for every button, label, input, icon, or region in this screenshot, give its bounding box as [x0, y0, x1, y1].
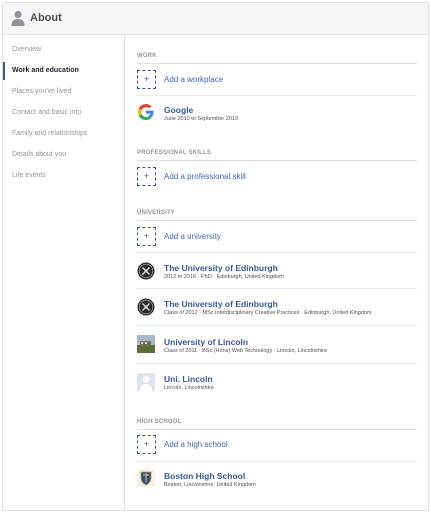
- about-panel: About Overview Work and education Places…: [2, 2, 429, 511]
- add-high-school-link[interactable]: Add a high school: [164, 440, 228, 449]
- add-workplace-link[interactable]: Add a workplace: [164, 75, 223, 84]
- row-divider: [137, 288, 417, 289]
- work-entry-name[interactable]: Google: [164, 105, 193, 115]
- google-logo-icon: [138, 104, 154, 120]
- university-entry-detail: Class of 2012 · MSc Interdisciplinary Cr…: [164, 310, 372, 316]
- section-title-high-school: HIGH SCHOOL: [137, 419, 182, 425]
- row-divider: [137, 325, 417, 326]
- high-school-entry-detail: Boston, Lincolnshire, United Kingdom: [164, 482, 256, 488]
- person-icon: [11, 10, 25, 26]
- section-divider: [137, 220, 417, 221]
- university-entry-detail: 2012 to 2016 · PhD · Edinburgh, United K…: [164, 274, 284, 280]
- sidebar-item-details-about-you[interactable]: Details about you: [3, 146, 124, 164]
- add-high-school-icon[interactable]: +: [137, 435, 156, 454]
- default-avatar-icon: [137, 373, 155, 391]
- add-skill-link[interactable]: Add a professional skill: [164, 172, 246, 181]
- university-entry-name[interactable]: University of Lincoln: [164, 337, 248, 347]
- sidebar-item-family-relationships[interactable]: Family and relationships: [3, 125, 124, 143]
- add-workplace-icon[interactable]: +: [137, 70, 156, 89]
- campus-photo-icon: [137, 335, 155, 353]
- university-entry-detail: Class of 2011 · BSc (Hons) Web Technolog…: [164, 348, 327, 354]
- sidebar-item-life-events[interactable]: Life events: [3, 167, 124, 185]
- section-divider: [137, 429, 417, 430]
- section-title-skills: PROFESSIONAL SKILLS: [137, 150, 212, 156]
- university-entry-name[interactable]: The University of Edinburgh: [164, 263, 278, 273]
- university-entry-name[interactable]: Uni. Lincoln: [164, 374, 213, 384]
- sidebar-item-overview[interactable]: Overview: [3, 41, 124, 59]
- sidebar-item-contact-info[interactable]: Contact and basic info: [3, 104, 124, 122]
- university-entry-detail: Lincoln, Lincolnshire: [164, 385, 214, 391]
- page-title: About: [30, 12, 62, 24]
- add-university-icon[interactable]: +: [137, 227, 156, 246]
- high-school-entry-name[interactable]: Boston High School: [164, 471, 245, 481]
- school-crest-icon: [137, 469, 155, 487]
- section-title-university: UNIVERSITY: [137, 210, 176, 216]
- add-skill-icon[interactable]: +: [137, 167, 156, 186]
- row-divider: [137, 363, 417, 364]
- edinburgh-crest-icon: [137, 262, 155, 280]
- work-entry-detail: June 2010 to September 2010: [164, 116, 239, 122]
- row-divider: [137, 252, 417, 253]
- add-university-link[interactable]: Add a university: [164, 232, 221, 241]
- edinburgh-crest-icon: [137, 298, 155, 316]
- sidebar-item-work-and-education[interactable]: Work and education: [3, 62, 124, 80]
- section-title-work: WORK: [137, 53, 157, 59]
- sidebar-item-places-lived[interactable]: Places you've lived: [3, 83, 124, 101]
- university-entry-name[interactable]: The University of Edinburgh: [164, 299, 278, 309]
- about-header: About: [3, 3, 428, 35]
- row-divider: [137, 95, 417, 96]
- about-sidebar: Overview Work and education Places you'v…: [3, 35, 125, 510]
- row-divider: [137, 461, 417, 462]
- section-divider: [137, 160, 417, 161]
- section-divider: [137, 63, 417, 64]
